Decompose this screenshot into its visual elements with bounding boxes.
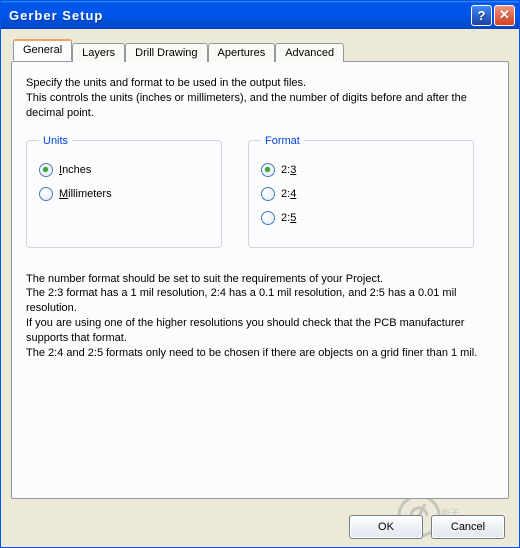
window-title: Gerber Setup	[9, 8, 471, 23]
ok-button[interactable]: OK	[349, 515, 423, 539]
help-button[interactable]: ?	[471, 5, 492, 26]
description-line: This controls the units (inches or milli…	[26, 91, 494, 121]
tab-label: Layers	[82, 47, 115, 59]
radio-label: Millimeters	[59, 188, 112, 200]
units-radio-inches[interactable]: Inches	[39, 163, 209, 177]
tab-label: Advanced	[285, 47, 334, 59]
dialog-buttons: OK Cancel	[349, 515, 505, 539]
tab-advanced[interactable]: Advanced	[275, 43, 344, 62]
explain-line: The number format should be set to suit …	[26, 272, 494, 287]
explain-line: The 2:3 format has a 1 mil resolution, 2…	[26, 286, 494, 316]
button-label: OK	[378, 521, 394, 533]
radio-label: Inches	[59, 164, 91, 176]
explanation: The number format should be set to suit …	[26, 272, 494, 361]
tab-general[interactable]: General	[13, 39, 72, 61]
units-radio-millimeters[interactable]: Millimeters	[39, 187, 209, 201]
explain-line: The 2:4 and 2:5 formats only need to be …	[26, 346, 494, 361]
titlebar[interactable]: Gerber Setup ? ✕	[1, 1, 519, 29]
tab-label: Apertures	[218, 47, 266, 59]
close-button[interactable]: ✕	[494, 5, 515, 26]
description: Specify the units and format to be used …	[26, 76, 494, 121]
explain-line: If you are using one of the higher resol…	[26, 316, 494, 346]
close-icon: ✕	[499, 7, 510, 23]
tabstrip: General Layers Drill Drawing Apertures A…	[13, 39, 509, 61]
help-icon: ?	[478, 8, 486, 23]
radio-icon	[261, 187, 275, 201]
radio-label: 2:3	[281, 164, 296, 176]
units-group: Units Inches Millimeters	[26, 135, 222, 248]
format-radio-2-5[interactable]: 2:5	[261, 211, 461, 225]
client-area: General Layers Drill Drawing Apertures A…	[1, 29, 519, 547]
format-group: Format 2:3 2:4 2:5	[248, 135, 474, 248]
button-label: Cancel	[451, 521, 485, 533]
radio-icon	[261, 163, 275, 177]
tab-label: Drill Drawing	[135, 47, 197, 59]
tab-label: General	[23, 44, 62, 56]
tabpanel-general: Specify the units and format to be used …	[11, 61, 509, 499]
radio-icon	[261, 211, 275, 225]
gerber-setup-window: Gerber Setup ? ✕ General Layers Drill Dr…	[0, 0, 520, 548]
cancel-button[interactable]: Cancel	[431, 515, 505, 539]
radio-label: 2:5	[281, 212, 296, 224]
tab-drill-drawing[interactable]: Drill Drawing	[125, 43, 207, 62]
tab-apertures[interactable]: Apertures	[208, 43, 276, 62]
tab-layers[interactable]: Layers	[72, 43, 125, 62]
description-line: Specify the units and format to be used …	[26, 76, 494, 91]
radio-icon	[39, 163, 53, 177]
format-legend: Format	[261, 135, 304, 147]
units-legend: Units	[39, 135, 72, 147]
format-radio-2-4[interactable]: 2:4	[261, 187, 461, 201]
format-radio-2-3[interactable]: 2:3	[261, 163, 461, 177]
radio-label: 2:4	[281, 188, 296, 200]
radio-icon	[39, 187, 53, 201]
